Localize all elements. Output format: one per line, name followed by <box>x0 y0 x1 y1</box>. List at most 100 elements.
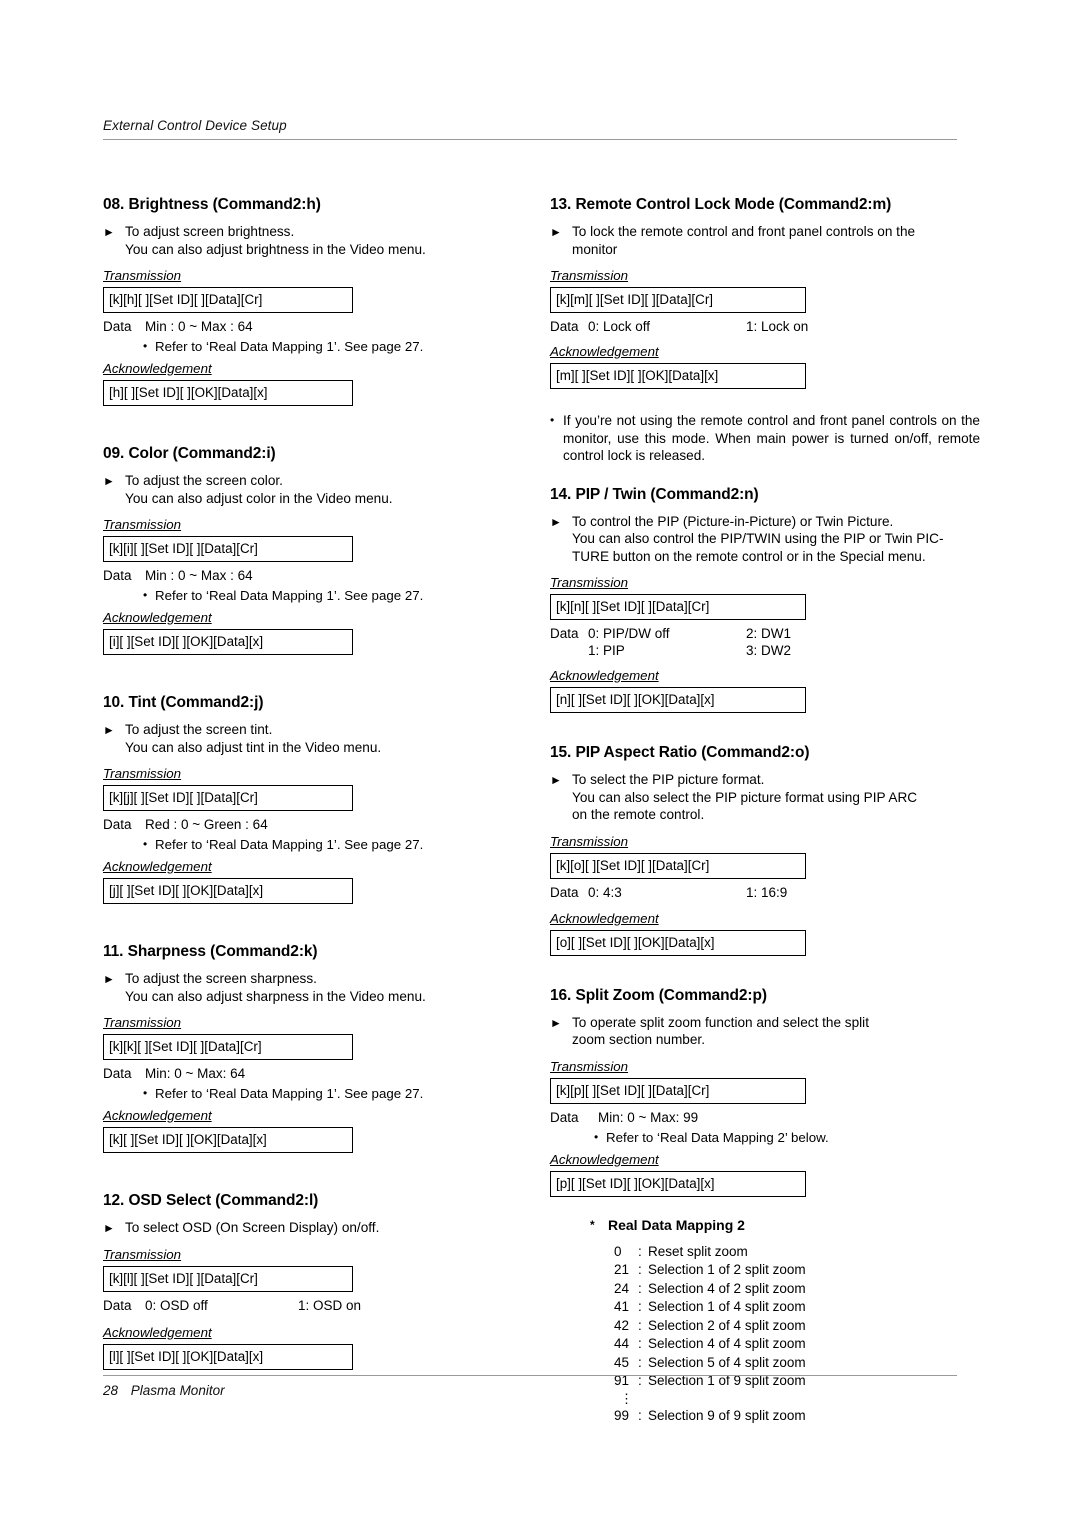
data-value-2: 1: 16:9 <box>746 884 788 900</box>
mapping-separator: : <box>638 1407 642 1423</box>
mapping-key: 41 <box>614 1299 630 1314</box>
desc-line: To adjust the screen tint. <box>125 722 273 737</box>
mapping-value: Selection 2 of 4 split zoom <box>648 1317 806 1333</box>
list-item: 41 : Selection 1 of 4 split zoom <box>614 1298 980 1317</box>
section-12-osd-select: 12. OSD Select (Command2:l) ► To select … <box>103 1192 533 1370</box>
desc-line: You can also select the PIP picture form… <box>572 789 918 805</box>
reference-note: • Refer to ‘Real Data Mapping 1’. See pa… <box>103 1086 533 1102</box>
right-triangle-icon: ► <box>550 514 562 529</box>
bullet-icon: • <box>143 339 148 353</box>
mapping-separator: : <box>638 1243 642 1259</box>
section-title: 08. Brightness (Command2:h) <box>103 196 321 213</box>
header-title: External Control Device Setup <box>103 118 287 133</box>
desc-line: on the remote control. <box>572 807 705 822</box>
list-item: 0 : Reset split zoom <box>614 1243 980 1262</box>
data-label: Data <box>103 1066 132 1081</box>
bullet-icon: • <box>143 837 148 851</box>
right-triangle-icon: ► <box>103 1221 115 1235</box>
acknowledgement-label: Acknowledgement <box>103 361 212 376</box>
data-label: Data <box>103 319 132 334</box>
mapping-value: Selection 5 of 4 split zoom <box>648 1354 806 1370</box>
data-row: Data Min: 0 ~ Max: 64 <box>103 1065 533 1082</box>
bullet-icon: • <box>550 413 555 427</box>
acknowledgement-label: Acknowledgement <box>550 668 659 683</box>
list-item: 44 : Selection 4 of 4 split zoom <box>614 1335 980 1354</box>
mapping-key: 42 <box>614 1317 630 1333</box>
data-label: Data <box>103 817 132 832</box>
transmission-label: Transmission <box>103 517 182 532</box>
transmission-label: Transmission <box>103 1015 182 1030</box>
list-item: 42 : Selection 2 of 4 split zoom <box>614 1317 980 1336</box>
section-15-pip-aspect-ratio: 15. PIP Aspect Ratio (Command2:o) ► To s… <box>550 744 980 956</box>
mapping-value: Selection 9 of 9 split zoom <box>648 1407 806 1423</box>
mapping-value: Selection 4 of 2 split zoom <box>648 1280 806 1296</box>
right-triangle-icon: ► <box>550 1015 562 1030</box>
section-14-pip-twin: 14. PIP / Twin (Command2:n) ► To control… <box>550 486 980 713</box>
right-triangle-icon: ► <box>103 474 115 488</box>
desc-line: You can also adjust brightness in the Vi… <box>125 241 426 257</box>
transmission-code: [k][p][ ][Set ID][ ][Data][Cr] <box>550 1077 806 1104</box>
bullet-icon: • <box>594 1129 599 1144</box>
acknowledgement-code: [m][ ][Set ID][ ][OK][Data][x] <box>550 363 806 389</box>
data-label: Data <box>103 1297 132 1313</box>
desc-line: To operate split zoom function and selec… <box>572 1014 869 1030</box>
data-label: Data <box>550 626 579 641</box>
data-value-1: 0: 4:3 <box>588 884 622 900</box>
remote-lock-note: • If you’re not using the remote control… <box>550 412 980 465</box>
right-triangle-icon: ► <box>103 225 115 239</box>
section-description: ► To adjust the screen color. You can al… <box>103 472 533 507</box>
desc-line: TURE button on the remote control or in … <box>572 548 926 564</box>
acknowledgement-code: [j][ ][Set ID][ ][OK][Data][x] <box>103 878 353 904</box>
data-value-1b: 1: PIP <box>588 643 625 658</box>
acknowledgement-code: [n][ ][Set ID][ ][OK][Data][x] <box>550 687 806 713</box>
acknowledgement-label: Acknowledgement <box>103 1324 212 1340</box>
real-data-mapping-title-text: Real Data Mapping 2 <box>608 1216 745 1233</box>
data-value-1: Red : 0 ~ Green : 64 <box>145 817 268 832</box>
section-description: ► To adjust the screen tint. You can als… <box>103 721 533 756</box>
transmission-label: Transmission <box>550 1058 629 1074</box>
reference-text: Refer to ‘Real Data Mapping 1’. See page… <box>155 837 424 852</box>
desc-line: You can also adjust sharpness in the Vid… <box>125 988 426 1004</box>
right-triangle-icon: ► <box>103 972 115 986</box>
section-title: 16. Split Zoom (Command2:p) <box>550 986 767 1004</box>
section-13-remote-control-lock-mode: 13. Remote Control Lock Mode (Command2:m… <box>550 196 980 389</box>
data-value-1: 0: Lock off <box>588 319 651 334</box>
section-09-color: 09. Color (Command2:i) ► To adjust the s… <box>103 445 533 655</box>
reference-note: • Refer to ‘Real Data Mapping 2’ below. <box>550 1130 980 1146</box>
transmission-code: [k][l][ ][Set ID][ ][Data][Cr] <box>103 1265 353 1292</box>
page-footer: 28 Plasma Monitor <box>103 1375 957 1398</box>
transmission-label: Transmission <box>103 268 182 283</box>
data-row: Data Min: 0 ~ Max: 99 <box>550 1109 980 1126</box>
section-title: 11. Sharpness (Command2:k) <box>103 943 318 960</box>
section-description: ► To select the PIP picture format. You … <box>550 771 980 824</box>
transmission-label: Transmission <box>103 766 182 781</box>
acknowledgement-label: Acknowledgement <box>550 910 659 926</box>
data-value-1: 0: OSD off <box>145 1297 208 1313</box>
manual-page: External Control Device Setup 08. Bright… <box>0 0 1080 1528</box>
acknowledgement-code: [i][ ][Set ID][ ][OK][Data][x] <box>103 629 353 655</box>
mapping-value: Selection 1 of 4 split zoom <box>648 1299 806 1314</box>
desc-line: monitor <box>572 241 618 257</box>
mapping-separator: : <box>638 1317 642 1333</box>
acknowledgement-code: [h][ ][Set ID][ ][OK][Data][x] <box>103 380 353 406</box>
data-value-1: Min : 0 ~ Max : 64 <box>145 568 253 583</box>
desc-line: To adjust the screen color. <box>125 473 283 488</box>
mapping-value: Selection 4 of 4 split zoom <box>648 1336 806 1351</box>
acknowledgement-code: [l][ ][Set ID][ ][OK][Data][x] <box>103 1343 353 1370</box>
section-08-brightness: 08. Brightness (Command2:h) ► To adjust … <box>103 196 533 406</box>
data-row: Data 0: OSD off 1: OSD on <box>103 1297 533 1314</box>
acknowledgement-label: Acknowledgement <box>550 1151 659 1167</box>
desc-line: You can also adjust color in the Video m… <box>125 490 393 506</box>
desc-line: To lock the remote control and front pan… <box>572 224 916 239</box>
section-title: 10. Tint (Command2:j) <box>103 694 264 711</box>
reference-text: Refer to ‘Real Data Mapping 2’ below. <box>606 1129 829 1145</box>
data-row: 1: PIP 3: DW2 <box>550 642 980 659</box>
desc-line: To select the PIP picture format. <box>572 772 765 787</box>
acknowledgement-label: Acknowledgement <box>550 344 659 359</box>
list-item: 21 : Selection 1 of 2 split zoom <box>614 1261 980 1280</box>
asterisk-icon: * <box>590 1217 595 1232</box>
mapping-separator: : <box>638 1299 642 1314</box>
transmission-label: Transmission <box>550 575 629 590</box>
